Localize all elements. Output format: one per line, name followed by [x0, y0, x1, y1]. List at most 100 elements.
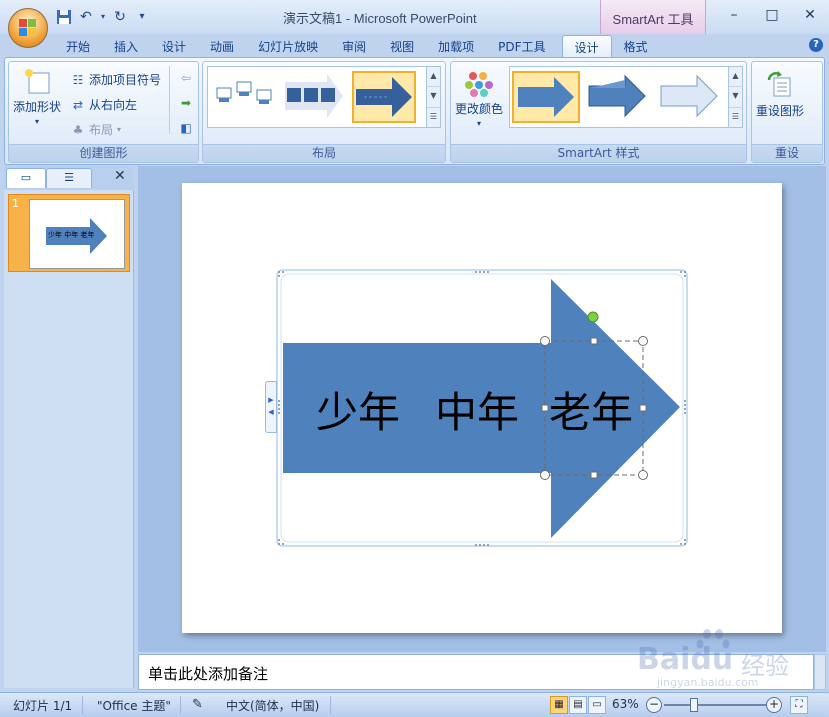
smartart-item-middle-age[interactable]: 中年: [435, 379, 519, 440]
undo-dropdown-icon[interactable]: ▾: [100, 9, 106, 25]
scroll-down-icon[interactable]: ▼: [427, 87, 440, 108]
text-pane-icon: ◧: [180, 121, 192, 135]
smartart-item-old-age[interactable]: 老年: [549, 379, 633, 440]
tab-view[interactable]: 视图: [378, 35, 426, 57]
fit-to-window-icon[interactable]: ⛶: [790, 696, 808, 714]
office-button[interactable]: [8, 8, 48, 48]
zoom-slider[interactable]: [664, 698, 766, 712]
tab-design[interactable]: 设计: [150, 35, 198, 57]
more-icon[interactable]: ☰: [427, 108, 440, 127]
reset-graphic-label: 重设图形: [756, 104, 805, 118]
zoom-slider-thumb[interactable]: [690, 698, 698, 712]
layouts-gallery: ▲ ▼ ☰: [207, 66, 441, 128]
tab-slideshow[interactable]: 幻灯片放映: [246, 35, 330, 57]
scroll-up-icon[interactable]: ▲: [729, 67, 742, 88]
group-label-smartart-styles: SmartArt 样式: [451, 144, 746, 162]
tab-review[interactable]: 审阅: [330, 35, 378, 57]
slide-sorter-view-icon[interactable]: ▤: [569, 696, 587, 714]
redo-icon[interactable]: ↻: [112, 9, 128, 25]
style-thumb-icon: [660, 74, 718, 118]
add-bullet-button[interactable]: ☷ 添加项目符号: [71, 71, 161, 88]
slide-thumbnail[interactable]: 1 少年 中年 老年: [8, 194, 130, 272]
tab-insert[interactable]: 插入: [102, 35, 150, 57]
add-shape-button[interactable]: 添加形状 ▾: [13, 66, 61, 126]
group-smartart-styles: 更改颜色 ▾ ▲ ▼ ☰ SmartArt 样式: [450, 61, 747, 163]
reset-graphic-button[interactable]: 重设图形: [756, 70, 804, 119]
zoom-in-icon[interactable]: +: [766, 697, 782, 713]
status-divider: [330, 696, 331, 714]
zoom-out-icon[interactable]: −: [646, 697, 662, 713]
styles-gallery-scroll[interactable]: ▲ ▼ ☰: [728, 67, 742, 127]
layouts-gallery-scroll[interactable]: ▲ ▼ ☰: [426, 67, 440, 127]
right-to-left-label: 从右向左: [89, 98, 138, 112]
notes-pane[interactable]: 单击此处添加备注: [138, 654, 814, 690]
smartart-tools-context-label: SmartArt 工具: [600, 0, 706, 34]
group-divider: [169, 66, 170, 134]
customize-qat-icon[interactable]: ▾: [134, 9, 150, 25]
swap-arrows-icon: ⇄: [72, 97, 84, 112]
minimize-button[interactable]: –: [715, 0, 753, 30]
promote-button[interactable]: ⇦: [179, 71, 193, 85]
styles-gallery: ▲ ▼ ☰: [509, 66, 743, 128]
tab-animations[interactable]: 动画: [198, 35, 246, 57]
help-icon[interactable]: ?: [809, 38, 823, 52]
bullet-list-icon: ☷: [72, 72, 84, 87]
notes-scrollbar[interactable]: [814, 654, 826, 690]
scroll-up-icon[interactable]: ▲: [427, 67, 440, 88]
status-bar: 幻灯片 1/1 "Office 主题" ✎ 中文(简体，中国) ▦ ▤ ▭ 63…: [0, 692, 829, 717]
reset-graphic-icon: [767, 71, 791, 97]
spell-check-icon[interactable]: ✎: [192, 697, 203, 712]
style-option-3[interactable]: [656, 71, 724, 123]
close-button[interactable]: ✕: [791, 0, 829, 30]
text-pane-button[interactable]: ◧: [179, 121, 193, 135]
smartart-item-youth[interactable]: 少年: [316, 379, 400, 440]
language-indicator[interactable]: 中文(简体，中国): [226, 697, 319, 714]
tab-smartart-design[interactable]: 设计: [561, 35, 612, 57]
group-layouts: ▲ ▼ ☰ 布局: [202, 61, 446, 163]
tab-addins[interactable]: 加载项: [426, 35, 486, 57]
quick-access-toolbar: ↶ ▾ ↻ ▾: [56, 8, 150, 26]
change-colors-button[interactable]: 更改颜色 ▾: [455, 70, 503, 128]
tab-pdf-tools[interactable]: PDF工具: [486, 35, 557, 57]
slideshow-view-icon[interactable]: ▭: [588, 696, 606, 714]
undo-icon[interactable]: ↶: [78, 9, 94, 25]
rotation-handle[interactable]: [587, 311, 599, 323]
layout-button[interactable]: ♣ 布局 ▾: [71, 121, 121, 138]
theme-name[interactable]: "Office 主题": [97, 697, 171, 714]
close-pane-icon[interactable]: ✕: [114, 168, 126, 184]
org-chart-icon: ♣: [72, 122, 84, 137]
office-logo-icon: [19, 19, 37, 37]
zoom-level[interactable]: 63%: [612, 697, 639, 711]
slides-pane: ▭ ☰ ✕ 1 少年 中年 老年: [4, 166, 134, 688]
demote-button[interactable]: ➡: [179, 96, 193, 110]
text-pane-toggle[interactable]: ▶ ◀: [265, 381, 277, 433]
slide-thumbnail-canvas: 少年 中年 老年: [29, 199, 125, 269]
right-to-left-button[interactable]: ⇄ 从右向左: [71, 96, 137, 113]
scroll-down-icon[interactable]: ▼: [729, 87, 742, 108]
save-icon[interactable]: [56, 9, 72, 25]
group-label-reset: 重设: [752, 144, 822, 162]
tab-slides[interactable]: ▭: [6, 168, 46, 188]
tab-home[interactable]: 开始: [54, 35, 102, 57]
status-divider: [180, 696, 181, 714]
normal-view-icon[interactable]: ▦: [550, 696, 568, 714]
style-option-2[interactable]: [584, 71, 652, 123]
add-shape-dropdown-icon: ▾: [35, 117, 40, 126]
slide-canvas[interactable]: 少年 中年 老年 ▶ ◀: [182, 183, 782, 633]
outline-tab-icon: ☰: [64, 171, 74, 184]
tab-outline[interactable]: ☰: [46, 168, 92, 188]
ribbon: 添加形状 ▾ ☷ 添加项目符号 ⇄ 从右向左 ♣ 布局 ▾ ⇦ ➡ ◧ 创建图形: [4, 57, 825, 165]
style-thumb-icon: [518, 77, 574, 117]
maximize-button[interactable]: □: [753, 0, 791, 30]
layout-dropdown-icon: ▾: [117, 125, 122, 134]
group-label-create-graphic: 创建图形: [9, 144, 198, 162]
tab-smartart-format[interactable]: 格式: [612, 35, 660, 57]
add-shape-icon: [25, 69, 50, 94]
thumb-text: 少年 中年 老年: [48, 231, 95, 239]
change-colors-label: 更改颜色: [455, 102, 504, 116]
more-icon[interactable]: ☰: [729, 108, 742, 127]
style-option-1-selected[interactable]: [512, 71, 580, 123]
layout-option-2[interactable]: [282, 71, 346, 123]
layout-option-3-selected[interactable]: [352, 71, 416, 123]
layout-option-1[interactable]: [212, 71, 276, 123]
